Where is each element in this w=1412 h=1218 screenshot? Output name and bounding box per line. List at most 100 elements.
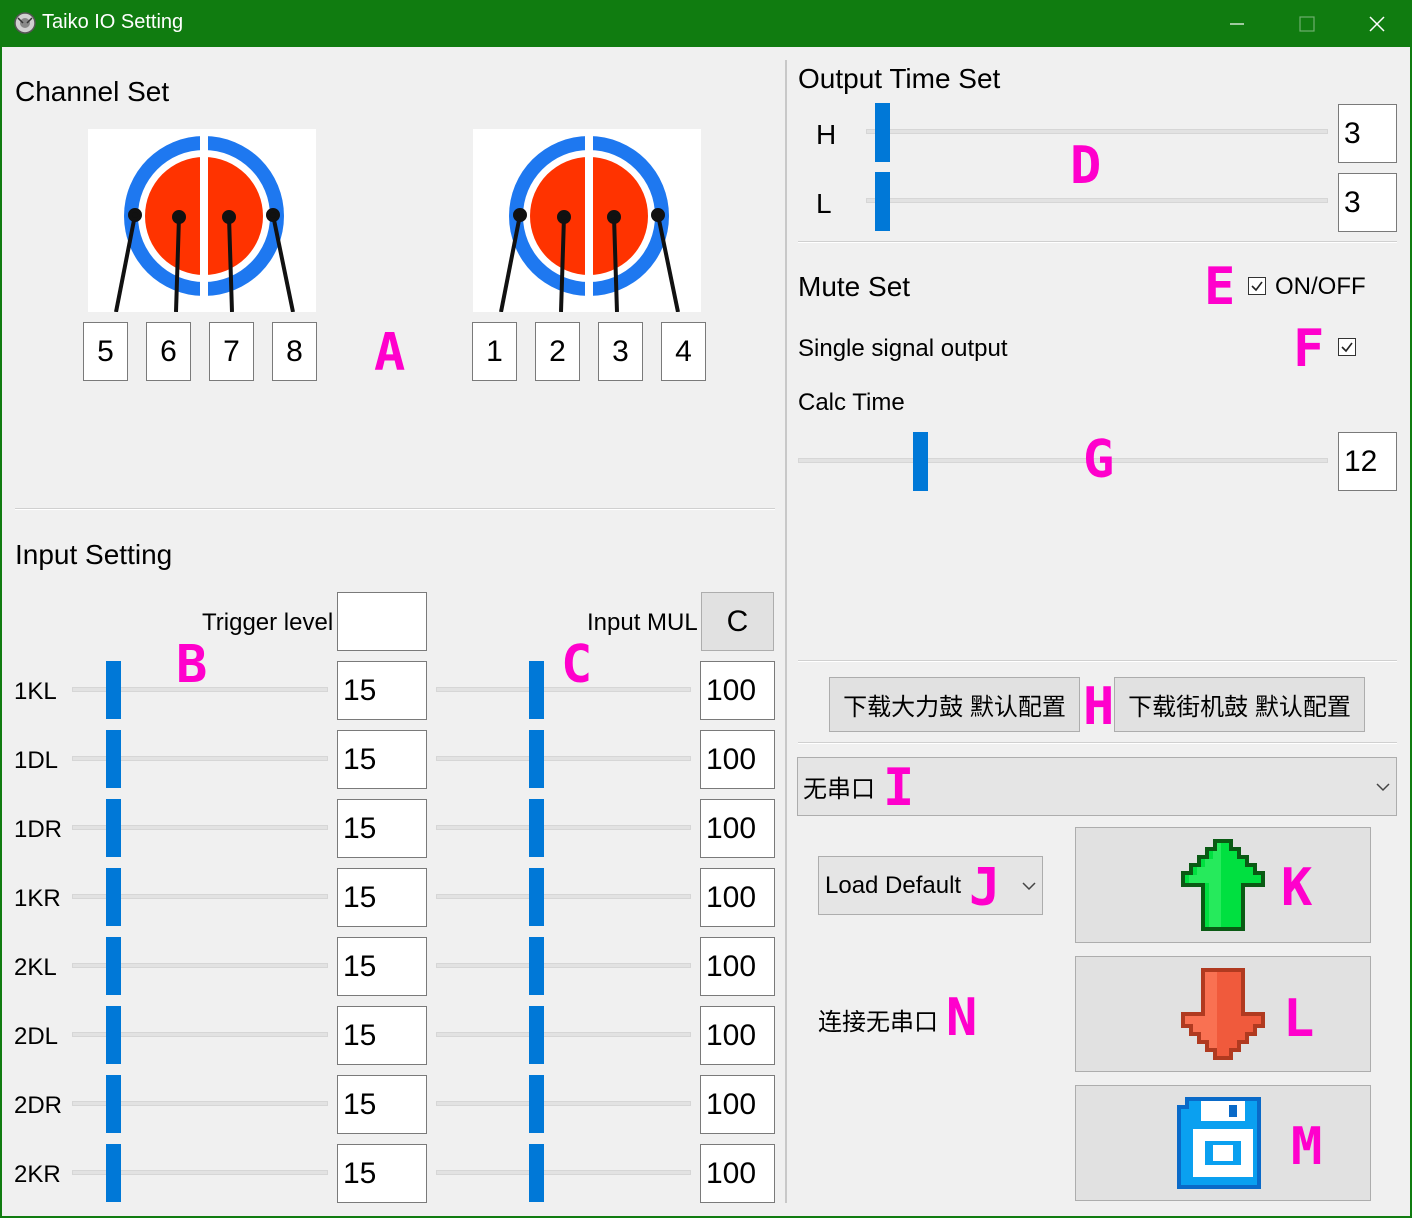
output-l-slider-thumb[interactable] [875, 172, 890, 231]
input-setting-heading: Input Setting [15, 539, 173, 570]
mul-slider-thumb-1dr[interactable] [529, 799, 544, 857]
mul-input-1dr[interactable]: 100 [700, 799, 775, 858]
trigger-slider-thumb-2dl[interactable] [106, 1006, 121, 1064]
download-drum-default-button[interactable]: 下载大力鼓 默认配置 [829, 677, 1080, 732]
channel-box-8[interactable]: 8 [272, 322, 317, 381]
mul-input-2kl[interactable]: 100 [700, 937, 775, 996]
output-divider [798, 241, 1397, 243]
mul-input-2dr[interactable]: 100 [700, 1075, 775, 1134]
mul-slider-track-1dr[interactable] [436, 825, 691, 830]
maximize-icon [1299, 15, 1315, 32]
input-mul-c-button[interactable]: C [701, 592, 774, 651]
trigger-slider-thumb-2kr[interactable] [106, 1144, 121, 1202]
output-h-slider-thumb[interactable] [875, 103, 890, 162]
trigger-input-1kr[interactable]: 15 [337, 868, 427, 927]
input-row-label-2kl: 2KL [14, 954, 57, 981]
mul-slider-track-2kr[interactable] [436, 1170, 691, 1175]
mul-slider-thumb-2kr[interactable] [529, 1144, 544, 1202]
mul-slider-thumb-1dl[interactable] [529, 730, 544, 788]
drum-diagram-right [473, 129, 701, 313]
calc-time-slider-thumb[interactable] [913, 432, 928, 491]
mul-slider-thumb-2dl[interactable] [529, 1006, 544, 1064]
trigger-input-2dl[interactable]: 15 [337, 1006, 427, 1065]
channel-box-7[interactable]: 7 [209, 322, 254, 381]
channel-box-5[interactable]: 5 [83, 322, 128, 381]
mul-slider-track-1kr[interactable] [436, 894, 691, 899]
upload-arrow-icon [1181, 839, 1265, 931]
single-signal-label: Single signal output [798, 335, 1008, 362]
trigger-slider-thumb-1kl[interactable] [106, 661, 121, 719]
channel-box-2[interactable]: 2 [535, 322, 580, 381]
output-l-input[interactable]: 3 [1338, 173, 1397, 232]
load-default-value: Load Default [825, 871, 962, 899]
trigger-input-1dr[interactable]: 15 [337, 799, 427, 858]
mul-input-2kr[interactable]: 100 [700, 1144, 775, 1203]
trigger-level-label: Trigger level [202, 609, 334, 636]
trigger-input-2dr[interactable]: 15 [337, 1075, 427, 1134]
checkmark-icon [1341, 342, 1353, 353]
mul-slider-track-2kl[interactable] [436, 963, 691, 968]
input-row-label-2dl: 2DL [14, 1023, 59, 1050]
single-signal-checkbox[interactable] [1338, 338, 1356, 356]
trigger-input-2kr[interactable]: 15 [337, 1144, 427, 1203]
mul-slider-thumb-2kl[interactable] [529, 937, 544, 995]
output-h-label: H [816, 119, 837, 150]
mul-slider-track-1dl[interactable] [436, 756, 691, 761]
marker-m: M [1291, 1117, 1323, 1177]
channel-set-heading: Channel Set [15, 76, 170, 107]
mul-slider-track-1kl[interactable] [436, 687, 691, 692]
mul-input-1dl[interactable]: 100 [700, 730, 775, 789]
mul-slider-track-2dl[interactable] [436, 1032, 691, 1037]
download-arcade-default-button[interactable]: 下载街机鼓 默认配置 [1114, 677, 1365, 732]
floppy-save-icon [1177, 1097, 1261, 1189]
input-row-label-2kr: 2KR [14, 1161, 61, 1188]
mul-slider-thumb-2dr[interactable] [529, 1075, 544, 1133]
mul-input-2dl[interactable]: 100 [700, 1006, 775, 1065]
marker-e: E [1204, 257, 1236, 317]
trigger-slider-thumb-1dl[interactable] [106, 730, 121, 788]
calc-time-input[interactable]: 12 [1338, 432, 1397, 491]
close-button[interactable] [1342, 0, 1412, 47]
mul-input-1kr[interactable]: 100 [700, 868, 775, 927]
marker-d: D [1070, 136, 1102, 196]
connection-status: 连接无串口 [818, 1009, 938, 1036]
title-bar[interactable]: Taiko IO Setting [0, 0, 1412, 47]
marker-c: C [561, 635, 593, 695]
mul-slider-track-2dr[interactable] [436, 1101, 691, 1106]
channel-box-6[interactable]: 6 [146, 322, 191, 381]
channel-box-1[interactable]: 1 [472, 322, 517, 381]
trigger-slider-thumb-1dr[interactable] [106, 799, 121, 857]
marker-a: A [374, 323, 406, 383]
trigger-input-1kl[interactable]: 15 [337, 661, 427, 720]
output-l-slider-track[interactable] [866, 198, 1328, 203]
input-row-label-2dr: 2DR [14, 1092, 63, 1119]
trigger-slider-thumb-1kr[interactable] [106, 868, 121, 926]
marker-g: G [1083, 430, 1115, 490]
download-button[interactable] [1075, 956, 1371, 1072]
download-arrow-icon [1181, 968, 1265, 1060]
minimize-button[interactable] [1202, 0, 1272, 47]
mul-slider-thumb-1kr[interactable] [529, 868, 544, 926]
mul-slider-thumb-1kl[interactable] [529, 661, 544, 719]
channel-box-3[interactable]: 3 [598, 322, 643, 381]
calc-time-slider-track[interactable] [798, 458, 1328, 463]
output-l-label: L [816, 188, 832, 219]
channel-box-4[interactable]: 4 [661, 322, 706, 381]
load-default-select[interactable]: Load Default [818, 856, 1043, 915]
window-title: Taiko IO Setting [42, 11, 184, 33]
mute-on-off-checkbox[interactable] [1248, 277, 1266, 295]
trigger-input-2kl[interactable]: 15 [337, 937, 427, 996]
minimize-icon [1230, 22, 1244, 25]
close-icon [1369, 15, 1385, 32]
mute-on-off-label[interactable]: ON/OFF [1275, 273, 1366, 301]
output-h-slider-track[interactable] [866, 129, 1328, 134]
trigger-slider-thumb-2dr[interactable] [106, 1075, 121, 1133]
output-h-input[interactable]: 3 [1338, 104, 1397, 163]
upload-button[interactable] [1075, 827, 1371, 943]
trigger-level-input[interactable] [337, 592, 427, 651]
trigger-input-1dl[interactable]: 15 [337, 730, 427, 789]
save-button[interactable] [1075, 1085, 1371, 1201]
trigger-slider-thumb-2kl[interactable] [106, 937, 121, 995]
drum-diagram-left [88, 129, 316, 313]
mul-input-1kl[interactable]: 100 [700, 661, 775, 720]
